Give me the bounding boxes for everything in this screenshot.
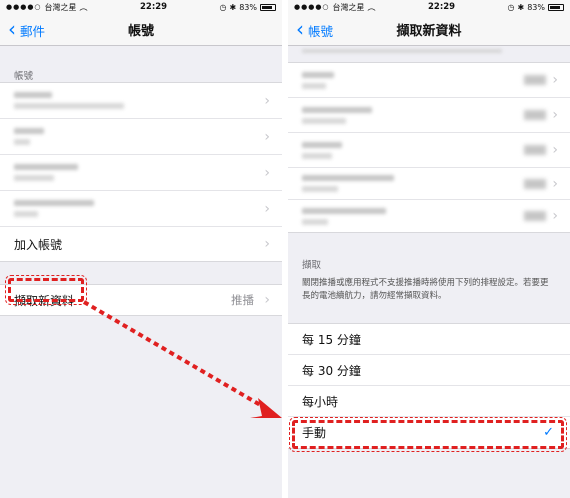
chevron-right-icon: › [264,200,270,217]
clock: 22:29 [428,2,456,12]
account-mode-blurred [524,211,546,221]
chevron-right-icon: › [264,128,270,145]
wifi-icon: ︵ [79,2,88,12]
push-account-row[interactable]: › [288,63,570,98]
right-screen: ●●●●○ 台灣之星 ︵ 22:29 ◷ ✱ 83% ‹ 帳號 擷取新資料 › [288,0,570,498]
alarm-icon: ◷ [507,2,515,12]
fetch-mode-value: 推播 [231,293,254,307]
account-blurred [302,71,334,89]
add-account-label: 加入帳號 [14,237,63,252]
chevron-right-icon: › [552,142,558,158]
left-screen: ●●●●○ 台灣之星 ︵ 22:29 ◷ ✱ 83% ‹ 郵件 帳號 帳號 › [0,0,282,498]
account-row[interactable]: › [0,155,282,191]
chevron-right-icon: › [552,175,558,192]
status-bar: ●●●●○ 台灣之星 ︵ 22:29 ◷ ✱ 83% [0,0,282,14]
chevron-right-icon: › [552,208,558,224]
carrier-label: 台灣之星 [332,2,365,12]
nav-bar: ‹ 帳號 擷取新資料 [288,14,570,46]
chevron-right-icon: › [264,236,270,252]
option-15-min[interactable]: 每 15 分鐘 [288,324,570,355]
back-button[interactable]: ‹ 帳號 [296,14,333,46]
chevron-right-icon: › [552,107,558,123]
accounts-group: › › › › 加入帳號 › [0,82,282,262]
chevron-right-icon: › [264,92,270,109]
page-title: 帳號 [127,24,154,39]
account-mode-blurred [524,145,546,155]
back-label: 帳號 [308,23,334,39]
fetch-section-header: 擷取 [302,260,322,271]
option-30-min[interactable]: 每 30 分鐘 [288,355,570,386]
carrier-label: 台灣之星 [44,2,77,12]
option-label: 每 15 分鐘 [302,332,361,347]
battery-icon [547,3,564,11]
wifi-icon: ︵ [367,2,376,12]
chevron-right-icon: › [264,292,270,308]
option-label: 手動 [302,426,327,440]
account-blurred [14,164,78,181]
account-row[interactable]: › [0,83,282,119]
account-blurred [14,128,44,145]
push-accounts-group: › › › › › [288,62,570,233]
add-account-row[interactable]: 加入帳號 › [0,227,282,261]
account-blurred [302,207,386,225]
chevron-left-icon: ‹ [296,17,304,41]
signal-icon: ●●●●○ [294,3,330,11]
account-mode-blurred [524,75,546,85]
account-mode-blurred [524,110,546,120]
battery-percent: 83% [239,2,257,12]
battery-percent: 83% [527,2,545,12]
battery-icon [259,3,276,11]
bluetooth-icon: ✱ [229,2,237,12]
chevron-right-icon: › [264,164,270,181]
accounts-section-header: 帳號 [14,71,34,82]
account-blurred [14,92,124,109]
alarm-icon: ◷ [219,2,227,12]
bluetooth-icon: ✱ [517,2,525,12]
page-title: 擷取新資料 [396,24,462,39]
nav-bar: ‹ 郵件 帳號 [0,14,282,46]
chevron-right-icon: › [552,72,558,88]
back-label: 郵件 [20,23,46,39]
fetch-options-group: 每 15 分鐘 每 30 分鐘 每小時 手動 ✓ [288,323,570,449]
signal-icon: ●●●●○ [6,3,42,11]
back-button[interactable]: ‹ 郵件 [8,14,45,46]
account-blurred [302,175,394,192]
blurred-top-note [288,46,570,58]
option-label: 每 30 分鐘 [302,363,361,378]
fetch-new-data-row[interactable]: 擷取新資料 推播 › [0,285,282,315]
chevron-left-icon: ‹ [8,17,16,41]
push-account-row[interactable]: › [288,168,570,200]
clock: 22:29 [140,2,168,12]
checkmark-icon: ✓ [543,425,554,440]
account-blurred [302,141,342,159]
option-label: 每小時 [302,394,339,409]
option-hourly[interactable]: 每小時 [288,386,570,417]
fetch-description: 關閉推播或應用程式不支援推播時將使用下列的排程設定。若要更長的電池續航力，請勿經… [302,278,549,301]
account-mode-blurred [524,178,546,189]
account-blurred [14,200,94,217]
push-account-row[interactable]: › [288,200,570,232]
push-account-row[interactable]: › [288,98,570,133]
fetch-new-data-label: 擷取新資料 [14,293,75,308]
account-row[interactable]: › [0,191,282,227]
status-bar: ●●●●○ 台灣之星 ︵ 22:29 ◷ ✱ 83% [288,0,570,14]
option-manual[interactable]: 手動 ✓ [288,417,570,448]
account-blurred [302,106,372,124]
account-row[interactable]: › [0,119,282,155]
push-account-row[interactable]: › [288,133,570,168]
fetch-group: 擷取新資料 推播 › [0,284,282,316]
